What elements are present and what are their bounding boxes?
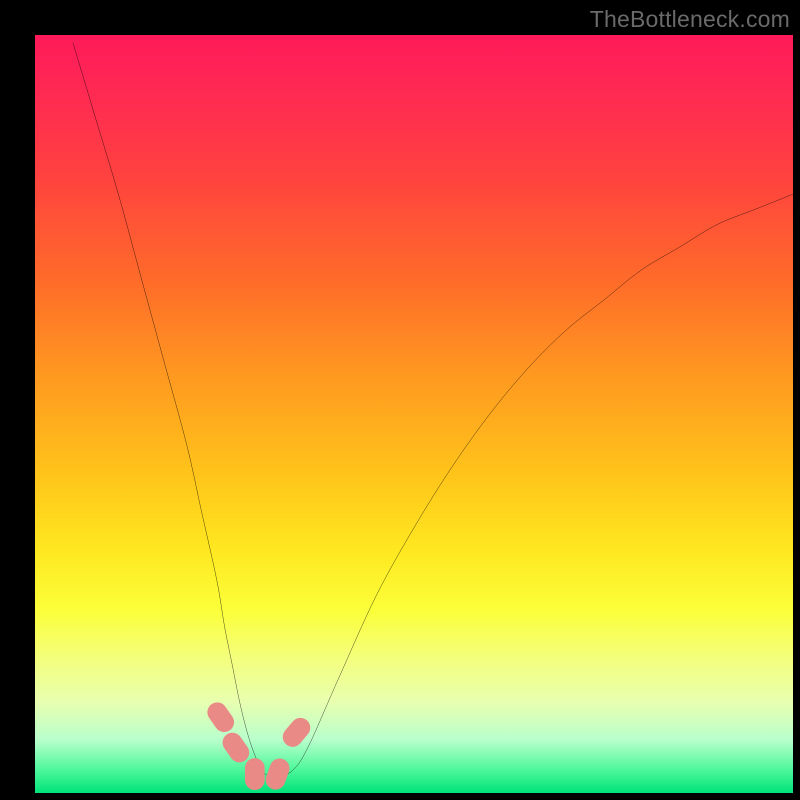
dip-marker [219, 729, 253, 766]
dip-marker [279, 714, 315, 751]
watermark-text: TheBottleneck.com [590, 6, 790, 33]
chart-frame: TheBottleneck.com [0, 0, 800, 800]
dip-marker [263, 756, 292, 793]
plot-area [35, 35, 793, 793]
dip-marker [204, 699, 238, 736]
dip-marker [245, 758, 265, 790]
dip-markers-layer [35, 35, 793, 793]
